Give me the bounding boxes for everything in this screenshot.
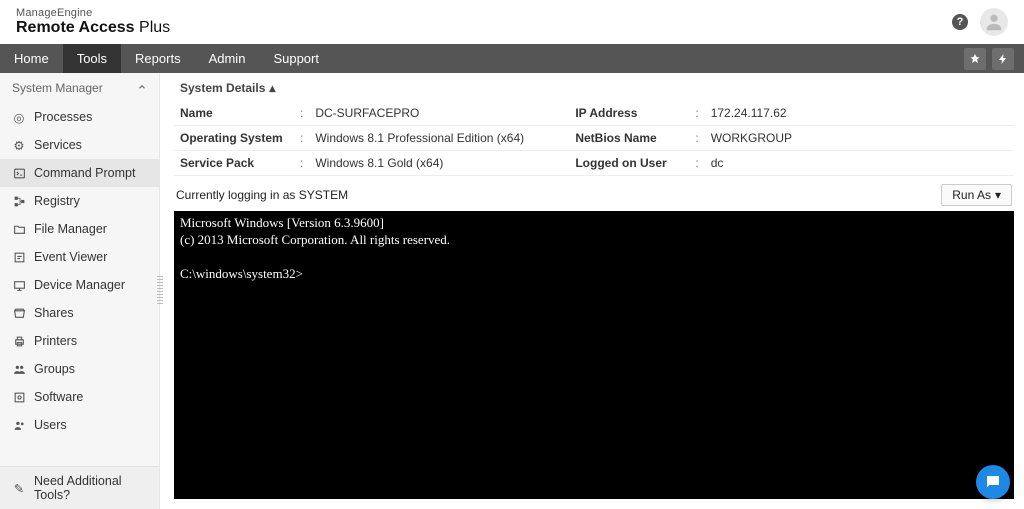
sidebar-title: System Manager bbox=[12, 81, 103, 95]
brand-top: ManageEngine bbox=[16, 7, 170, 19]
groups-icon bbox=[12, 362, 26, 376]
sidebar-item-shares[interactable]: Shares bbox=[0, 299, 159, 327]
sidebar-item-software[interactable]: Software bbox=[0, 383, 159, 411]
brand-bottom: Remote Access Plus bbox=[16, 19, 170, 37]
rocket-icon[interactable] bbox=[964, 48, 986, 70]
users-icon bbox=[12, 418, 26, 432]
event-icon bbox=[12, 250, 26, 264]
app-header: ManageEngine Remote Access Plus ? bbox=[0, 0, 1024, 44]
sidebar-item-processes[interactable]: ◎Processes bbox=[0, 103, 159, 131]
share-icon bbox=[12, 306, 26, 320]
avatar[interactable] bbox=[980, 8, 1008, 36]
sidebar-item-registry[interactable]: Registry bbox=[0, 187, 159, 215]
nav-tools[interactable]: Tools bbox=[63, 44, 121, 73]
main-panel: System Details ▴ Name:DC-SURFACEPRO IP A… bbox=[160, 73, 1024, 509]
nav-home[interactable]: Home bbox=[0, 44, 63, 73]
terminal-icon bbox=[12, 166, 26, 180]
wand-icon: ✎ bbox=[12, 481, 26, 495]
gear-icon: ⚙ bbox=[12, 138, 26, 152]
folder-icon bbox=[12, 222, 26, 236]
nav-left: Home Tools Reports Admin Support bbox=[0, 44, 333, 73]
sidebar: System Manager ◎Processes ⚙Services Comm… bbox=[0, 73, 160, 509]
sidebar-item-users[interactable]: Users bbox=[0, 411, 159, 439]
header-right: ? bbox=[952, 8, 1008, 36]
system-details-header[interactable]: System Details ▴ bbox=[174, 73, 1014, 101]
body: System Manager ◎Processes ⚙Services Comm… bbox=[0, 73, 1024, 509]
main-nav: Home Tools Reports Admin Support bbox=[0, 44, 1024, 73]
table-row: Service Pack:Windows 8.1 Gold (x64) Logg… bbox=[174, 151, 1014, 176]
brand: ManageEngine Remote Access Plus bbox=[16, 7, 170, 37]
chevron-up-icon bbox=[137, 81, 147, 95]
software-icon bbox=[12, 390, 26, 404]
sidebar-item-event-viewer[interactable]: Event Viewer bbox=[0, 243, 159, 271]
status-row: Currently logging in as SYSTEM Run As ▾ bbox=[174, 176, 1014, 211]
device-icon bbox=[12, 278, 26, 292]
registry-icon bbox=[12, 194, 26, 208]
nav-right bbox=[964, 44, 1024, 73]
table-row: Name:DC-SURFACEPRO IP Address:172.24.117… bbox=[174, 101, 1014, 126]
table-row: Operating System:Windows 8.1 Professiona… bbox=[174, 126, 1014, 151]
sidebar-item-additional-tools[interactable]: ✎Need Additional Tools? bbox=[0, 467, 159, 509]
sidebar-item-command-prompt[interactable]: Command Prompt bbox=[0, 159, 159, 187]
sidebar-item-services[interactable]: ⚙Services bbox=[0, 131, 159, 159]
sidebar-footer: ✎Need Additional Tools? bbox=[0, 466, 159, 509]
caret-up-icon: ▴ bbox=[269, 81, 275, 95]
sidebar-list: ◎Processes ⚙Services Command Prompt Regi… bbox=[0, 103, 159, 466]
system-details-table: Name:DC-SURFACEPRO IP Address:172.24.117… bbox=[174, 101, 1014, 176]
login-status-text: Currently logging in as SYSTEM bbox=[176, 188, 348, 202]
help-icon[interactable]: ? bbox=[952, 14, 968, 30]
sidebar-resize-handle[interactable] bbox=[157, 276, 163, 306]
sidebar-item-device-manager[interactable]: Device Manager bbox=[0, 271, 159, 299]
bolt-icon[interactable] bbox=[992, 48, 1014, 70]
nav-support[interactable]: Support bbox=[259, 44, 333, 73]
nav-reports[interactable]: Reports bbox=[121, 44, 195, 73]
sidebar-item-groups[interactable]: Groups bbox=[0, 355, 159, 383]
chat-button[interactable] bbox=[976, 465, 1010, 499]
nav-admin[interactable]: Admin bbox=[195, 44, 260, 73]
caret-down-icon: ▾ bbox=[995, 188, 1001, 202]
sidebar-item-file-manager[interactable]: File Manager bbox=[0, 215, 159, 243]
target-icon: ◎ bbox=[12, 110, 26, 124]
printer-icon bbox=[12, 334, 26, 348]
run-as-button[interactable]: Run As ▾ bbox=[941, 184, 1012, 206]
sidebar-header[interactable]: System Manager bbox=[0, 73, 159, 103]
sidebar-item-printers[interactable]: Printers bbox=[0, 327, 159, 355]
command-prompt-terminal[interactable]: Microsoft Windows [Version 6.3.9600] (c)… bbox=[174, 211, 1014, 499]
